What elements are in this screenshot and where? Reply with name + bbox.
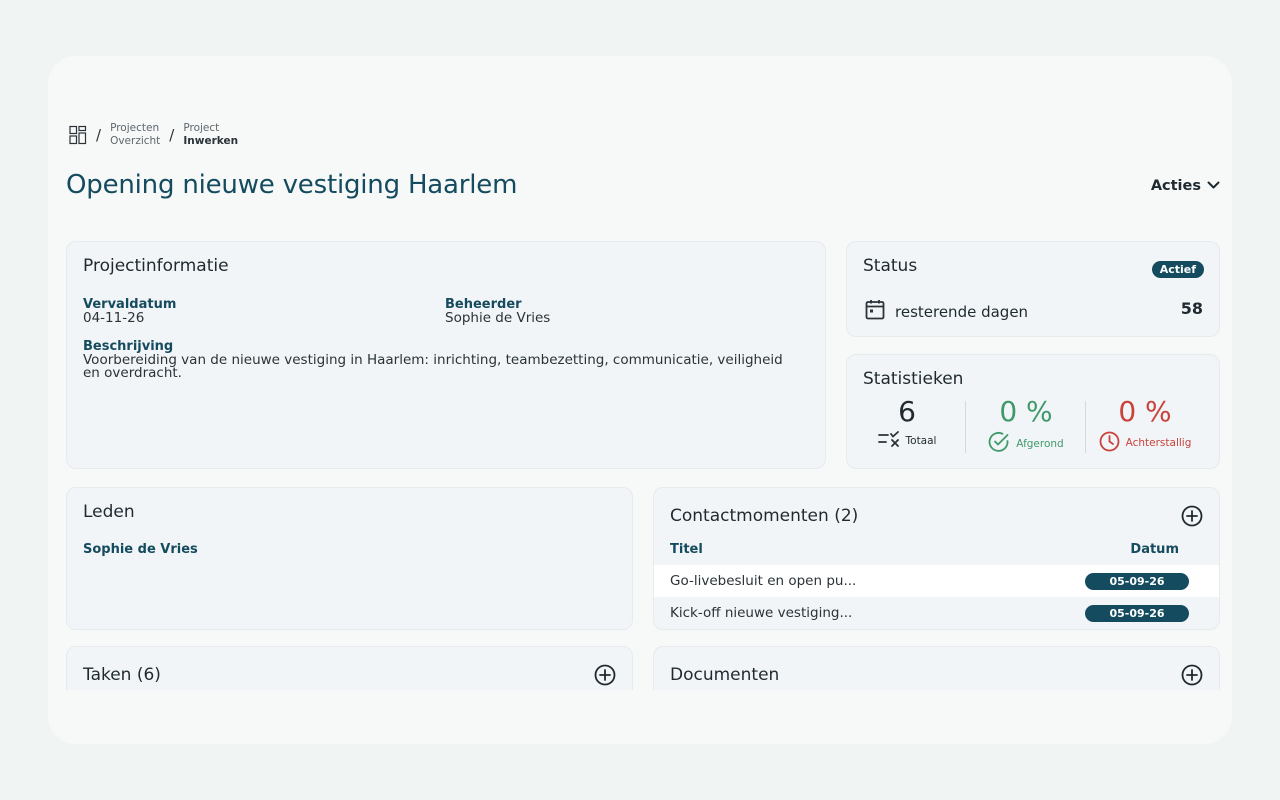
breadcrumb-current-project: Project Inwerken [183,122,238,148]
statistics-card: Statistieken 6 Totaal 0 % Afgerond 0 % A… [846,354,1220,469]
breadcrumb-projects-overview[interactable]: Projecten Overzicht [110,122,160,148]
members-title: Leden [83,502,135,522]
stat-overdue-value: 0 % [1118,395,1172,428]
due-date-value: 04-11-26 [83,310,145,326]
stat-overdue: 0 % Achterstallig [1085,395,1205,455]
contacts-table-header: Titel Datum [670,542,1179,557]
breadcrumb-label: Projecten [110,122,160,134]
add-task-button[interactable] [594,664,616,686]
statistics-title: Statistieken [863,369,964,389]
breadcrumb-separator: / [169,126,175,144]
plus-circle-icon [1181,664,1203,686]
stat-total-label: Totaal [905,434,937,447]
days-remaining-label: resterende dagen [895,302,1029,321]
date-badge: 05-09-26 [1085,604,1189,622]
stat-overdue-label: Achterstallig [1125,437,1192,449]
tasks-checklist-icon [877,431,900,450]
status-card: Status Actief resterende dagen 58 [846,241,1220,337]
stat-total: 6 Totaal [847,395,967,450]
stat-completed-label: Afgerond [1016,437,1064,450]
breadcrumb-sublabel: Inwerken [183,135,239,147]
main-content: / Projecten Overzicht / Project Inwerken… [66,56,1220,690]
breadcrumb: / Projecten Overzicht / Project Inwerken [69,122,238,148]
documents-card: Documenten [653,646,1220,690]
page-title: Opening nieuwe vestiging Haarlem [66,170,518,200]
actions-label: Acties [1150,178,1201,194]
days-remaining-value: 58 [1180,299,1203,318]
description-value: Voorbereiding van de nieuwe vestiging in… [83,352,783,381]
check-circle-icon [988,431,1010,456]
table-row[interactable]: Kick-off nieuwe vestiging... 05-09-26 [654,597,1219,629]
clock-icon [1099,431,1120,455]
contacts-title: Contactmomenten (2) [670,506,859,526]
members-card: Leden Sophie de Vries [66,487,633,630]
status-title: Status [863,256,918,276]
app-window: / Projecten Overzicht / Project Inwerken… [48,56,1232,744]
column-header-title[interactable]: Titel [670,542,703,557]
project-info-card: Projectinformatie Vervaldatum 04-11-26 B… [66,241,826,469]
documents-title: Documenten [670,665,780,685]
breadcrumb-label: Project [183,122,220,134]
actions-dropdown[interactable]: Acties [1151,178,1220,194]
add-contact-button[interactable] [1181,505,1203,527]
add-document-button[interactable] [1181,664,1203,686]
stat-completed: 0 % Afgerond [966,395,1086,456]
stat-total-value: 6 [898,395,916,428]
breadcrumb-sublabel: Overzicht [110,135,161,147]
tasks-title: Taken (6) [83,665,161,685]
contact-title: Go-livebesluit en open pu... [670,573,857,589]
table-row[interactable]: Go-livebesluit en open pu... 05-09-26 [654,565,1219,597]
stat-completed-value: 0 % [999,395,1053,428]
date-badge: 05-09-26 [1085,572,1189,590]
project-info-title: Projectinformatie [83,256,229,276]
dashboard-icon[interactable] [69,125,87,145]
tasks-card: Taken (6) [66,646,633,690]
member-item[interactable]: Sophie de Vries [83,543,198,557]
chevron-down-icon [1207,178,1220,194]
calendar-icon [865,299,885,324]
plus-circle-icon [1181,505,1203,527]
contacts-card: Contactmomenten (2) Titel Datum Go-liveb… [653,487,1220,630]
breadcrumb-separator: / [96,126,102,144]
manager-value: Sophie de Vries [445,310,551,326]
column-header-date[interactable]: Datum [1130,542,1179,557]
plus-circle-icon [594,664,616,686]
contact-title: Kick-off nieuwe vestiging... [670,605,853,621]
status-badge: Actief [1151,261,1204,278]
